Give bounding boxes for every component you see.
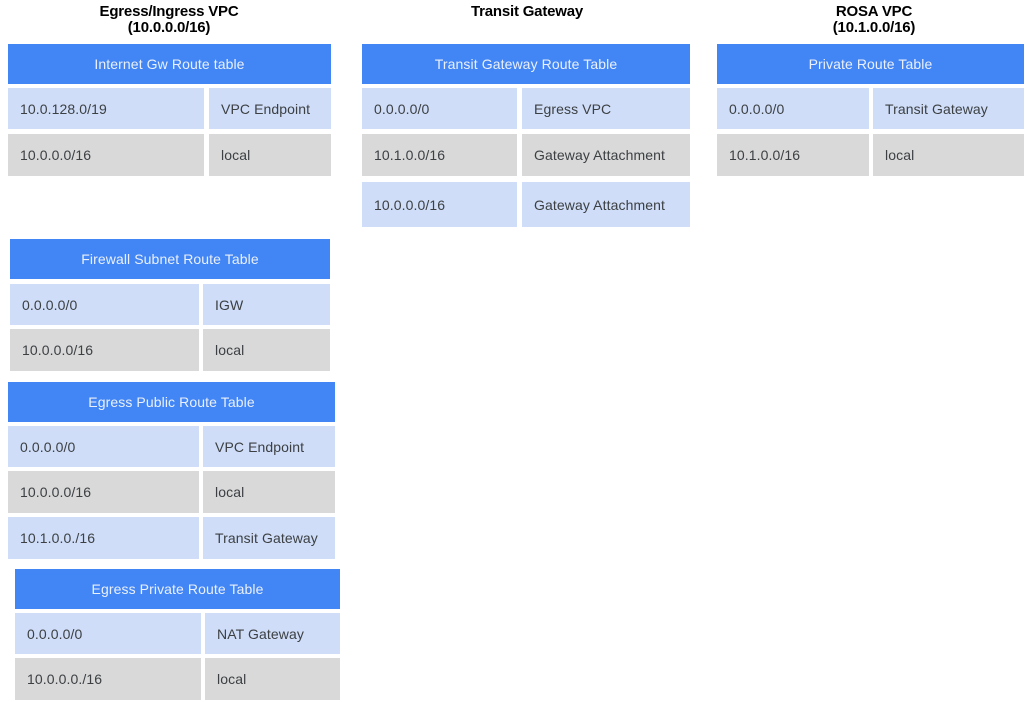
group-transit-gateway: Transit Gateway Transit Gateway Route Ta… bbox=[355, 0, 695, 702]
table-row-cell-destination: 10.0.0.0/16 bbox=[362, 182, 517, 227]
table-row-cell-target: Egress VPC bbox=[522, 88, 690, 129]
table-row-cell-target: local bbox=[873, 134, 1024, 176]
table-row-cell-destination: 10.1.0.0/16 bbox=[717, 134, 869, 176]
route-table-egress-private: Egress Private Route Table 0.0.0.0/0 NAT… bbox=[0, 0, 350, 702]
table-row-cell-destination: 10.0.0.0./16 bbox=[15, 658, 201, 700]
table-row-cell-target: Transit Gateway bbox=[873, 88, 1024, 129]
table-row-cell-destination: 0.0.0.0/0 bbox=[362, 88, 517, 129]
table-row-cell-target: NAT Gateway bbox=[205, 613, 340, 654]
table-row-cell-destination: 0.0.0.0/0 bbox=[717, 88, 869, 129]
group-rosa-vpc: ROSA VPC (10.1.0.0/16) Private Route Tab… bbox=[710, 0, 1030, 702]
table-row-cell-target: Gateway Attachment bbox=[522, 134, 690, 176]
diagram-canvas: Egress/Ingress VPC (10.0.0.0/16) Interne… bbox=[0, 0, 1030, 702]
route-table-header-egress-private: Egress Private Route Table bbox=[15, 569, 340, 609]
route-table-private: Private Route Table 0.0.0.0/0 Transit Ga… bbox=[710, 0, 1030, 180]
table-row-cell-destination: 10.1.0.0/16 bbox=[362, 134, 517, 176]
route-table-transit-gateway: Transit Gateway Route Table 0.0.0.0/0 Eg… bbox=[355, 0, 695, 240]
group-egress-ingress-vpc: Egress/Ingress VPC (10.0.0.0/16) Interne… bbox=[0, 0, 350, 702]
table-row-cell-target: local bbox=[205, 658, 340, 700]
route-table-header-transit-gateway: Transit Gateway Route Table bbox=[362, 44, 690, 84]
table-row-cell-destination: 0.0.0.0/0 bbox=[15, 613, 201, 654]
table-row-cell-target: Gateway Attachment bbox=[522, 182, 690, 227]
route-table-header-private: Private Route Table bbox=[717, 44, 1024, 84]
